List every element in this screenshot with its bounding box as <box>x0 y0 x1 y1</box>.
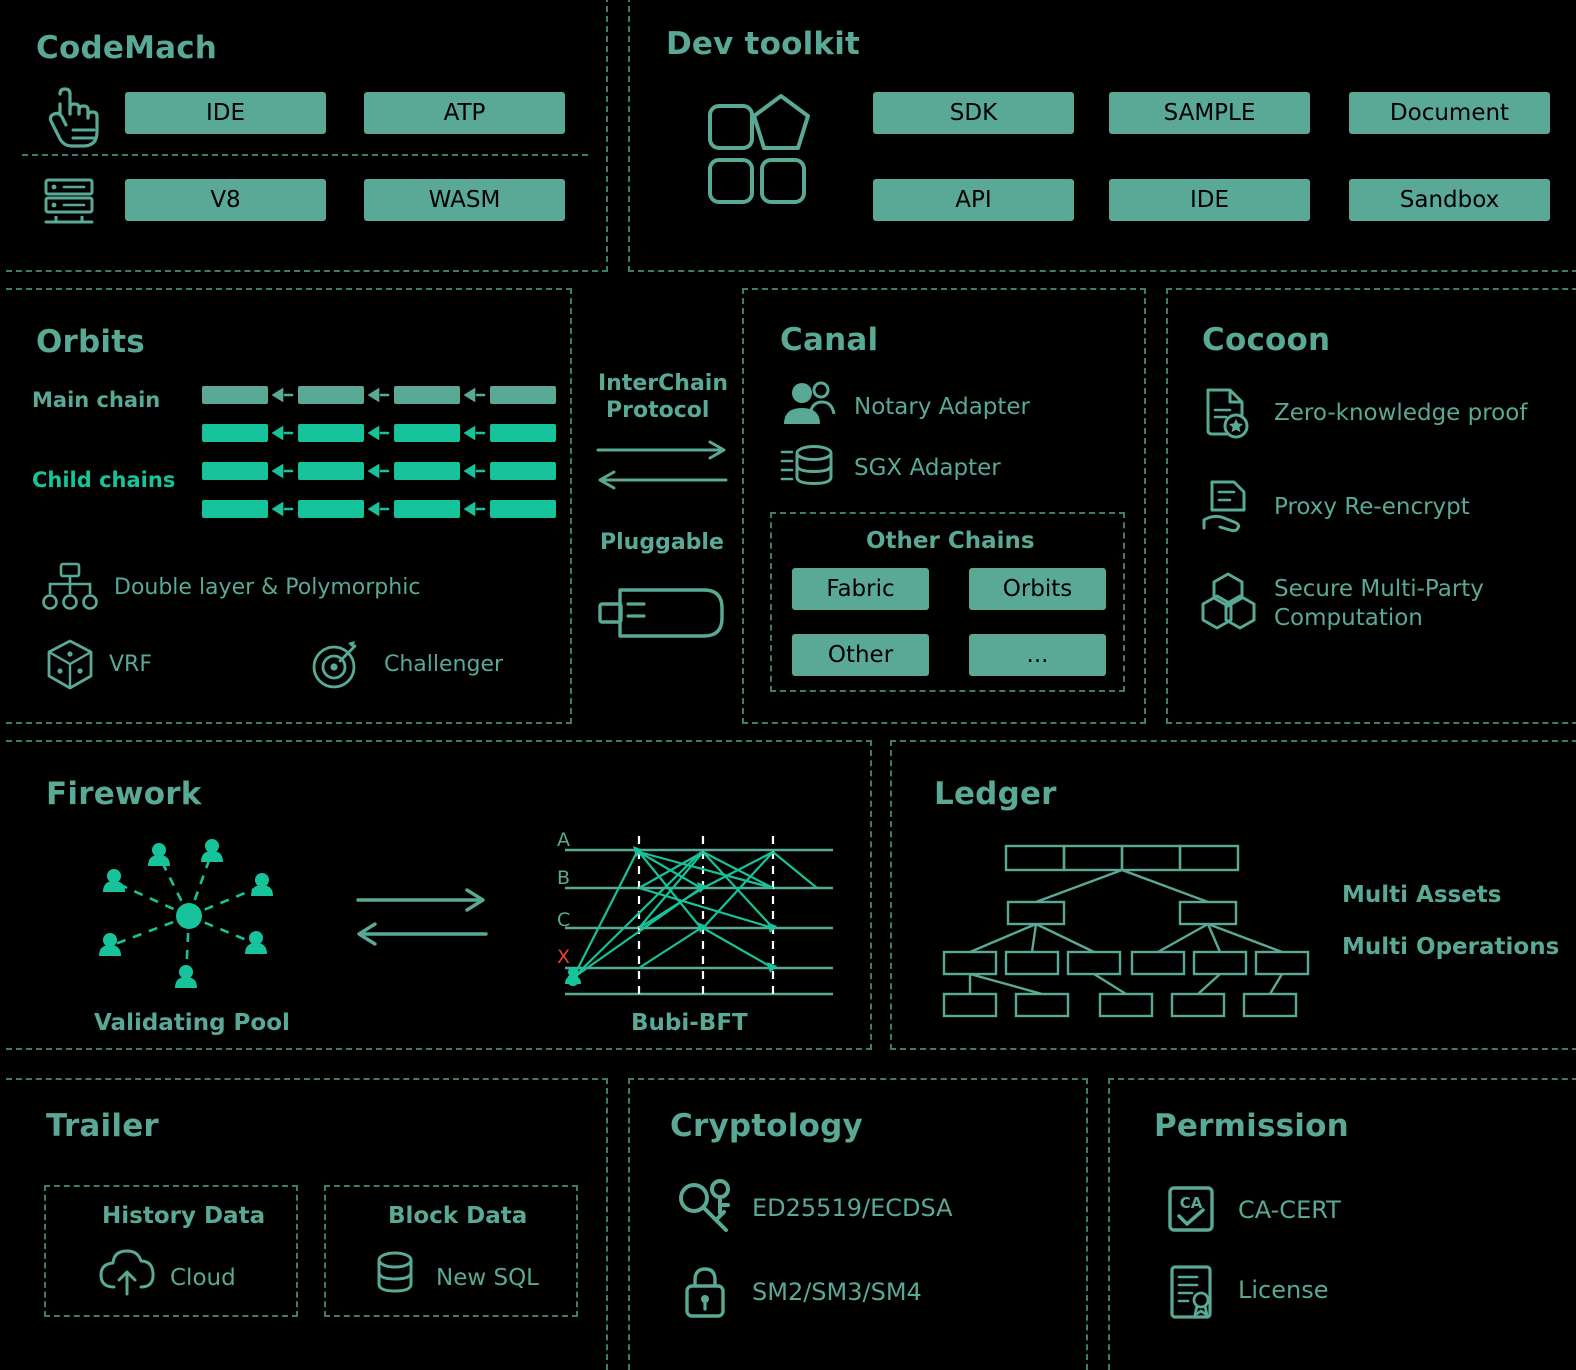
firework-title: Firework <box>46 776 202 812</box>
canal-adapter-sgx: SGX Adapter <box>854 455 1001 481</box>
child-chains-label: Child chains <box>32 468 176 492</box>
orbits-feature-double-layer: Double layer & Polymorphic <box>114 575 421 600</box>
pill-codemach-wasm[interactable]: WASM <box>364 179 565 221</box>
orbits-feature-challenger: Challenger <box>384 652 504 677</box>
permission-item-ca-cert: CA-CERT <box>1238 1196 1341 1224</box>
panel-permission: Permission CA CA-CERT License <box>1108 1078 1576 1370</box>
permission-title: Permission <box>1154 1108 1349 1144</box>
other-chains-title: Other Chains <box>866 528 1035 554</box>
cocoon-item-proxy-reencrypt: Proxy Re-encrypt <box>1274 494 1470 520</box>
pill-chain-orbits[interactable]: Orbits <box>969 568 1106 610</box>
cocoon-title: Cocoon <box>1202 322 1331 358</box>
pill-toolkit-api[interactable]: API <box>873 179 1074 221</box>
validating-pool-graph <box>99 839 273 988</box>
validating-pool-label: Validating Pool <box>94 1010 290 1036</box>
pill-codemach-ide[interactable]: IDE <box>125 92 326 134</box>
pill-toolkit-sdk[interactable]: SDK <box>873 92 1074 134</box>
bft-graph <box>565 836 833 996</box>
pluggable-label: Pluggable <box>600 530 724 555</box>
pill-toolkit-ide[interactable]: IDE <box>1109 179 1310 221</box>
interchain-arrows-icon <box>596 440 728 490</box>
panel-cocoon: Cocoon Zero-knowledge proof Proxy Re-enc… <box>1166 288 1576 724</box>
subpanel-history-data: History Data Cloud <box>44 1185 298 1317</box>
subpanel-other-chains: Other Chains Fabric Orbits Other ... <box>770 512 1125 692</box>
pill-toolkit-document[interactable]: Document <box>1349 92 1550 134</box>
codemach-row-divider <box>22 154 588 156</box>
chain-diagram <box>202 386 556 518</box>
history-data-title: History Data <box>102 1203 266 1229</box>
panel-dev-toolkit: Dev toolkit SDK SAMPLE Document API IDE … <box>628 0 1576 272</box>
interchain-group: InterChain Protocol Pluggable <box>584 288 734 724</box>
svg-text:CA: CA <box>1180 1194 1203 1212</box>
pill-toolkit-sandbox[interactable]: Sandbox <box>1349 179 1550 221</box>
main-chain-label: Main chain <box>32 388 161 412</box>
bubi-bft-label: Bubi-BFT <box>631 1010 748 1036</box>
canal-adapter-notary: Notary Adapter <box>854 394 1031 420</box>
bubi-bft-diagram: A B C X <box>551 828 841 998</box>
block-data-label: New SQL <box>436 1265 539 1291</box>
pill-codemach-atp[interactable]: ATP <box>364 92 565 134</box>
panel-orbits: Orbits Main chain Child chains Double la… <box>6 288 572 724</box>
cryptology-title: Cryptology <box>670 1108 863 1144</box>
ledger-title: Ledger <box>934 776 1057 812</box>
interchain-protocol-line2: Protocol <box>606 398 710 423</box>
cocoon-item-zk-proof: Zero-knowledge proof <box>1274 400 1528 426</box>
panel-canal: Canal Notary Adapter SGX Adapter Other C… <box>742 288 1146 724</box>
pill-toolkit-sample[interactable]: SAMPLE <box>1109 92 1310 134</box>
pill-chain-other[interactable]: Other <box>792 634 929 676</box>
interchain-protocol-line1: InterChain <box>598 371 728 396</box>
dev-toolkit-title: Dev toolkit <box>666 26 861 62</box>
history-data-label: Cloud <box>170 1265 236 1291</box>
firework-exchange-arrows-icon <box>356 888 488 946</box>
panel-codemach: CodeMach IDE ATP V8 WASM <box>6 0 608 272</box>
pill-chain-more[interactable]: ... <box>969 634 1106 676</box>
cryptology-item-ed25519: ED25519/ECDSA <box>752 1194 953 1222</box>
ledger-label-multi-assets: Multi Assets <box>1342 882 1502 908</box>
permission-item-license: License <box>1238 1276 1329 1304</box>
cocoon-item-smpc-line2: Computation <box>1274 605 1423 631</box>
subpanel-block-data: Block Data New SQL <box>324 1185 578 1317</box>
orbits-feature-vrf: VRF <box>109 652 152 677</box>
merkle-tree-icon <box>942 844 1310 1018</box>
block-data-title: Block Data <box>388 1203 528 1229</box>
panel-cryptology: Cryptology ED25519/ECDSA SM2/SM3/SM4 <box>628 1078 1088 1370</box>
cryptology-item-sm: SM2/SM3/SM4 <box>752 1278 922 1306</box>
panel-ledger: Ledger Multi Assets Multi Operations <box>890 740 1576 1050</box>
canal-title: Canal <box>780 322 879 358</box>
pill-chain-fabric[interactable]: Fabric <box>792 568 929 610</box>
trailer-title: Trailer <box>46 1108 159 1144</box>
orbits-title: Orbits <box>36 324 145 360</box>
panel-trailer: Trailer History Data Cloud Block Data Ne… <box>6 1078 608 1370</box>
ledger-label-multi-operations: Multi Operations <box>1342 934 1560 960</box>
cocoon-item-smpc-line1: Secure Multi-Party <box>1274 576 1484 602</box>
pill-codemach-v8[interactable]: V8 <box>125 179 326 221</box>
panel-firework: Firework Validating Pool A B C X Bubi-BF… <box>6 740 872 1050</box>
codemach-title: CodeMach <box>36 30 218 66</box>
